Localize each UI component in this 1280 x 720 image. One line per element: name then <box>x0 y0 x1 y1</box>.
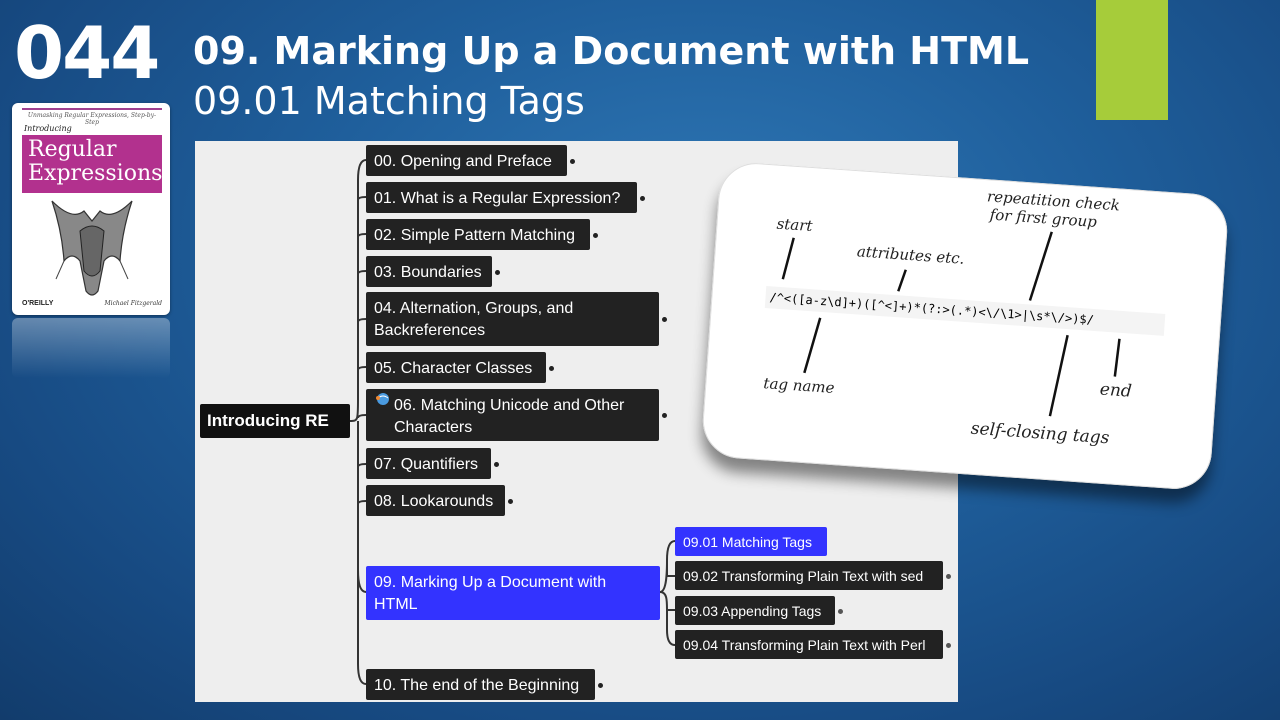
book-publisher: O'REILLY <box>22 300 54 307</box>
chapter-node-04[interactable]: 04. Alternation, Groups, and Backreferen… <box>366 292 667 346</box>
chapter-label: 06. Matching Unicode and Other Character… <box>394 397 625 436</box>
chapter-label: 05. Character Classes <box>374 360 533 377</box>
chapter-node-01[interactable]: 01. What is a Regular Expression? <box>366 182 645 213</box>
section-label: 09.02 Transforming Plain Text with sed <box>683 568 924 584</box>
slide-title: 09. Marking Up a Document with HTML <box>193 29 1030 73</box>
chapter-label: 03. Boundaries <box>374 264 482 281</box>
section-label: 09.03 Appending Tags <box>683 603 822 619</box>
section-node-0903[interactable]: 09.03 Appending Tags <box>675 596 843 625</box>
book-title-line2: Expressions <box>28 161 163 186</box>
chapter-label: 10. The end of the Beginning <box>374 677 580 694</box>
chapter-node-07[interactable]: 07. Quantifiers <box>366 448 499 479</box>
book-title-line1: Regular <box>28 137 117 162</box>
chapter-node-05[interactable]: 05. Character Classes <box>366 352 554 383</box>
chapter-label: 09. Marking Up a Document with HTML <box>374 574 607 613</box>
chapter-node-09[interactable]: 09. Marking Up a Document with HTML <box>366 566 660 620</box>
section-node-0902[interactable]: 09.02 Transforming Plain Text with sed <box>675 561 951 590</box>
collapse-dot[interactable] <box>946 642 951 648</box>
book-author: Michael Fitzgerald <box>104 300 163 307</box>
collapse-dot[interactable] <box>494 461 499 467</box>
section-label: 09.01 Matching Tags <box>683 534 812 550</box>
accent-bar <box>1096 0 1168 120</box>
chapter-node-10[interactable]: 10. The end of the Beginning <box>366 669 603 700</box>
collapse-dot[interactable] <box>508 498 513 504</box>
collapse-dot[interactable] <box>495 269 500 275</box>
unicode-globe-icon <box>376 393 389 405</box>
chapter-node-06[interactable]: 06. Matching Unicode and Other Character… <box>366 389 667 441</box>
chapter-label: 02. Simple Pattern Matching <box>374 227 575 244</box>
mindmap-root[interactable]: Introducing RE <box>200 404 350 438</box>
slide-subtitle: 09.01 Matching Tags <box>193 79 585 123</box>
collapse-dot[interactable] <box>549 365 554 371</box>
label-end: end <box>1099 379 1133 402</box>
section-node-0904[interactable]: 09.04 Transforming Plain Text with Perl <box>675 630 951 659</box>
chapter-node-08[interactable]: 08. Lookarounds <box>366 485 513 516</box>
slide-number: 044 <box>14 11 160 95</box>
collapse-dot[interactable] <box>662 413 667 418</box>
book-cover: Unmasking Regular Expressions, Step-by-S… <box>12 103 170 315</box>
book-intro: Introducing <box>24 124 72 133</box>
chapter-label: 07. Quantifiers <box>374 456 479 473</box>
collapse-dot[interactable] <box>662 317 667 322</box>
chapter-label: 08. Lookarounds <box>374 493 494 510</box>
collapse-dot[interactable] <box>946 573 951 579</box>
chapter-node-03[interactable]: 03. Boundaries <box>366 256 500 287</box>
collapse-dot[interactable] <box>640 195 645 201</box>
bat-illustration <box>51 200 133 296</box>
chapter-node-02[interactable]: 02. Simple Pattern Matching <box>366 219 598 250</box>
chapter-label: 04. Alternation, Groups, and Backreferen… <box>374 300 574 339</box>
regex-callout-card: repeatition check for first group start … <box>700 160 1230 492</box>
chapter-label: 00. Opening and Preface <box>374 153 552 170</box>
section-label: 09.04 Transforming Plain Text with Perl <box>683 637 926 653</box>
collapse-dot[interactable] <box>593 232 598 238</box>
callout-arrows <box>781 231 1121 417</box>
section-node-0901[interactable]: 09.01 Matching Tags <box>675 527 827 556</box>
collapse-dot[interactable] <box>838 608 843 614</box>
collapse-dot[interactable] <box>570 158 575 164</box>
book-reflection <box>12 318 170 378</box>
chapter-node-00[interactable]: 00. Opening and Preface <box>366 145 575 176</box>
collapse-dot[interactable] <box>598 682 603 688</box>
chapter-label: 01. What is a Regular Expression? <box>374 190 621 207</box>
